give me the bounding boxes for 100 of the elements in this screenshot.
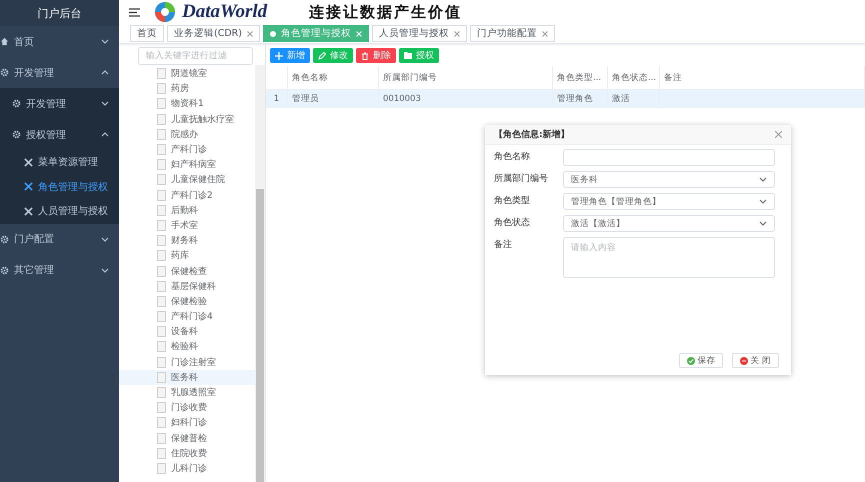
- chevron-up-icon: [101, 70, 109, 75]
- tab[interactable]: 门户功能配置: [470, 25, 555, 42]
- minus-icon: [740, 356, 748, 364]
- scrollbar[interactable]: [255, 65, 265, 482]
- tree-item[interactable]: 产科门诊: [119, 142, 255, 158]
- tree-item[interactable]: 产科门诊2: [119, 188, 255, 203]
- table-cell: 管理员: [288, 90, 379, 107]
- filter-field[interactable]: 输入关键字进行过滤: [138, 47, 253, 65]
- document-icon: [157, 402, 166, 414]
- close-icon[interactable]: [246, 30, 253, 36]
- tools-icon: [24, 206, 33, 216]
- select-field[interactable]: 医务科: [563, 171, 775, 188]
- tree-item[interactable]: 儿童抚触水疗室: [119, 112, 255, 127]
- menu-label: 首页: [14, 36, 34, 48]
- check-icon: [687, 356, 696, 364]
- tree-item[interactable]: 产科门诊4: [119, 309, 255, 324]
- tree-item[interactable]: 门诊注射室: [119, 354, 255, 370]
- chevron-up-icon: [101, 132, 109, 137]
- document-icon: [157, 174, 166, 186]
- menu-label: 授权管理: [26, 128, 66, 142]
- column-header: 角色名称: [288, 66, 379, 89]
- document-icon: [157, 220, 166, 231]
- document-icon: [157, 266, 166, 277]
- tree-item[interactable]: 保健检验: [119, 294, 255, 309]
- tree-item[interactable]: 住院收费: [119, 446, 255, 461]
- field-label: 角色名称: [494, 150, 531, 164]
- document-icon: [157, 144, 166, 156]
- menu-item[interactable]: 角色管理与授权: [0, 174, 119, 199]
- document-icon: [157, 280, 166, 292]
- plus-icon: [275, 52, 283, 60]
- document-icon: [157, 356, 166, 368]
- document-icon: [157, 387, 166, 398]
- menu-label: 门户配置: [14, 232, 54, 246]
- tree-item[interactable]: 院感办: [119, 126, 255, 142]
- tree-item[interactable]: 乳腺透照室: [119, 384, 255, 400]
- document-icon: [157, 235, 166, 246]
- tree-item[interactable]: 手术室: [119, 218, 255, 234]
- document-icon: [157, 326, 166, 338]
- field-label: 备注: [494, 238, 513, 252]
- menu-item[interactable]: 菜单资源管理: [0, 150, 119, 174]
- select-field[interactable]: 管理角色【管理角色】: [563, 193, 775, 210]
- close-icon[interactable]: [542, 30, 548, 36]
- document-icon: [157, 311, 166, 322]
- tree-item[interactable]: 保健检查: [119, 263, 255, 279]
- document-icon: [157, 432, 166, 444]
- tools-icon: [24, 182, 33, 192]
- menu-icon[interactable]: [129, 8, 140, 16]
- tree-item[interactable]: 门诊收费: [119, 400, 255, 416]
- tree-item[interactable]: 检验科: [119, 339, 255, 355]
- menu-item[interactable]: 开发管理: [0, 57, 119, 88]
- close-icon[interactable]: [454, 30, 460, 36]
- field-label: 所属部门编号: [494, 172, 549, 186]
- tab[interactable]: 人员管理与授权: [372, 25, 467, 42]
- close-button[interactable]: 关 闭: [732, 353, 779, 368]
- table-cell: 激活: [608, 90, 660, 107]
- chevron-down-icon: [101, 101, 109, 106]
- menu-item[interactable]: 人员管理与授权: [0, 199, 119, 224]
- tools-icon: [24, 158, 33, 167]
- menu-item[interactable]: 开发管理: [0, 88, 119, 119]
- tree-item[interactable]: 医务科: [119, 370, 255, 385]
- select-field[interactable]: 激活【激活】: [563, 215, 775, 232]
- chevron-down-icon: [101, 236, 109, 242]
- tree-item[interactable]: 物资科1: [119, 96, 255, 112]
- tree-item[interactable]: 妇科门诊: [119, 415, 255, 430]
- save-button[interactable]: 保存: [679, 353, 724, 368]
- tab[interactable]: 首页: [130, 25, 164, 42]
- logo-text: DataWorld: [182, 1, 268, 23]
- input-field[interactable]: [563, 149, 775, 166]
- tree-item[interactable]: 药房: [119, 81, 255, 96]
- home-icon: [0, 37, 9, 46]
- gear-icon: [12, 99, 21, 108]
- tree-item[interactable]: 保健普检: [119, 430, 255, 446]
- active-dot-icon: [270, 30, 276, 36]
- tree-item[interactable]: 儿童保健住院: [119, 172, 255, 188]
- toolbar-button[interactable]: 删除: [356, 48, 396, 63]
- tree-item[interactable]: 设备科: [119, 324, 255, 340]
- folder-icon: [404, 52, 412, 59]
- tree-item[interactable]: 阴道镜室: [119, 66, 255, 82]
- scrollbar-thumb[interactable]: [256, 189, 264, 482]
- table-row[interactable]: 1 管理员 0010003 管理角色 激活: [266, 90, 865, 108]
- tab[interactable]: 业务逻辑(CDR): [167, 25, 260, 42]
- table-cell: 管理角色: [553, 90, 608, 107]
- menu-label: 菜单资源管理: [38, 156, 98, 170]
- tree-item[interactable]: 后勤科: [119, 202, 255, 218]
- tree-item[interactable]: 药库: [119, 248, 255, 264]
- menu-item[interactable]: 其它管理: [0, 254, 119, 286]
- tree-item[interactable]: 儿科门诊: [119, 460, 255, 476]
- menu-item[interactable]: 首页: [0, 26, 119, 57]
- menu-item[interactable]: 门户配置: [0, 224, 119, 254]
- menu-item[interactable]: 授权管理: [0, 119, 119, 150]
- close-icon[interactable]: [775, 131, 782, 138]
- tree-item[interactable]: 财务科: [119, 233, 255, 248]
- tree-item[interactable]: 基层保健科: [119, 278, 255, 294]
- gear-icon: [0, 68, 9, 77]
- document-icon: [157, 250, 166, 262]
- tree-item[interactable]: 妇产科病室: [119, 157, 255, 172]
- document-icon: [157, 204, 166, 216]
- table-cell: 0010003: [379, 90, 553, 107]
- pencil-icon: [318, 52, 326, 60]
- toolbar-button[interactable]: 新增: [270, 48, 310, 63]
